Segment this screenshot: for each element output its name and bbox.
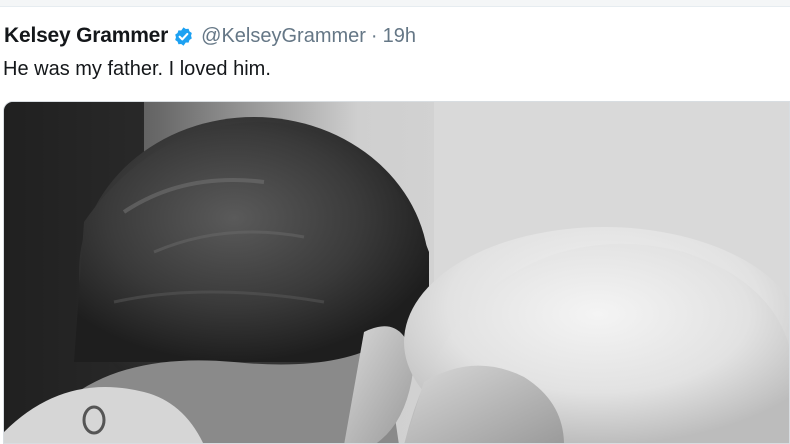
tweet-text: He was my father. I loved him. xyxy=(3,58,271,80)
separator-dot: · xyxy=(370,24,378,47)
tweet-photo[interactable] xyxy=(3,101,790,444)
author-handle[interactable]: @KelseyGrammer xyxy=(201,25,366,48)
tweet-timestamp[interactable]: 19h xyxy=(383,25,416,48)
photo-image xyxy=(4,102,789,443)
verified-badge-icon xyxy=(173,26,194,47)
author-display-name[interactable]: Kelsey Grammer xyxy=(4,24,168,48)
divider xyxy=(0,0,790,7)
tweet-card[interactable]: Kelsey Grammer @KelseyGrammer · 19h He w… xyxy=(0,0,790,444)
tweet-header: Kelsey Grammer @KelseyGrammer · 19h xyxy=(4,22,416,50)
